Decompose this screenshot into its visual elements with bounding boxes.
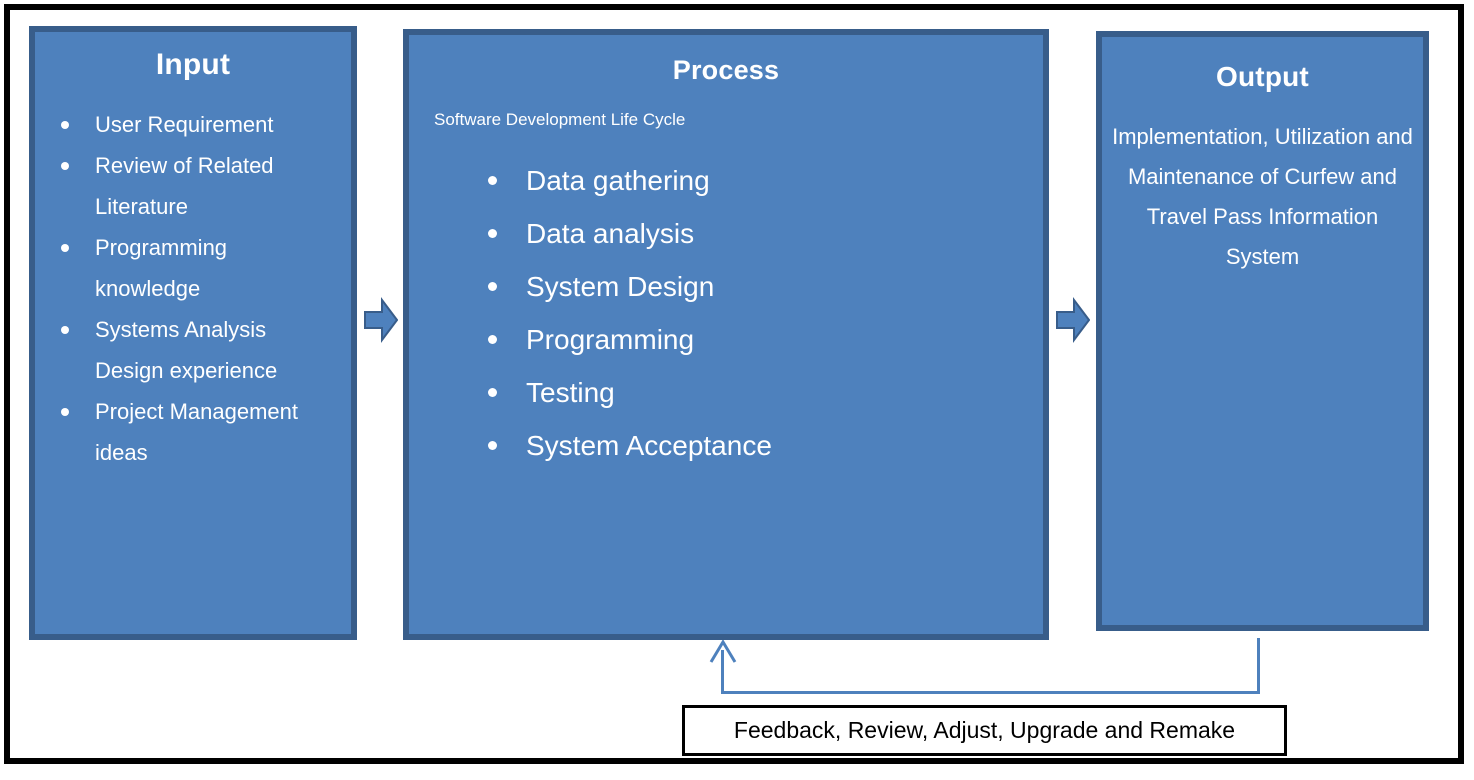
list-item: Programming bbox=[484, 313, 1043, 366]
list-item: Data gathering bbox=[484, 154, 1043, 207]
list-item: Testing bbox=[484, 366, 1043, 419]
process-panel-subtitle: Software Development Life Cycle bbox=[434, 110, 686, 129]
process-item-list: Data gathering Data analysis System Desi… bbox=[484, 154, 1043, 472]
list-item: Review of Related Literature bbox=[61, 145, 337, 227]
feedback-box: Feedback, Review, Adjust, Upgrade and Re… bbox=[682, 705, 1287, 756]
list-item: Systems Analysis Design experience bbox=[61, 309, 337, 391]
list-item: System Acceptance bbox=[484, 419, 1043, 472]
output-panel: Output Implementation, Utilization and M… bbox=[1096, 31, 1429, 631]
diagram-canvas: Input User Requirement Review of Related… bbox=[0, 0, 1474, 780]
list-item: Programming knowledge bbox=[61, 227, 337, 309]
feedback-box-text: Feedback, Review, Adjust, Upgrade and Re… bbox=[733, 717, 1236, 743]
arrow-process-to-output-icon bbox=[1056, 297, 1091, 343]
arrow-input-to-process-icon bbox=[364, 297, 399, 343]
list-item: Data analysis bbox=[484, 207, 1043, 260]
list-item: System Design bbox=[484, 260, 1043, 313]
process-panel-title: Process bbox=[672, 55, 780, 85]
input-item-list: User Requirement Review of Related Liter… bbox=[61, 104, 337, 473]
output-panel-title: Output bbox=[1216, 61, 1309, 92]
feedback-loop-right-vertical bbox=[1257, 638, 1260, 694]
process-panel: Process Software Development Life Cycle … bbox=[403, 29, 1049, 640]
feedback-loop-arrowhead-icon bbox=[709, 639, 737, 664]
output-panel-text: Implementation, Utilization and Maintena… bbox=[1112, 124, 1413, 269]
list-item: Project Management ideas bbox=[61, 391, 337, 473]
input-panel-title: Input bbox=[155, 48, 231, 81]
list-item: User Requirement bbox=[61, 104, 337, 145]
feedback-loop-horizontal bbox=[721, 691, 1260, 694]
input-panel: Input User Requirement Review of Related… bbox=[29, 26, 357, 640]
